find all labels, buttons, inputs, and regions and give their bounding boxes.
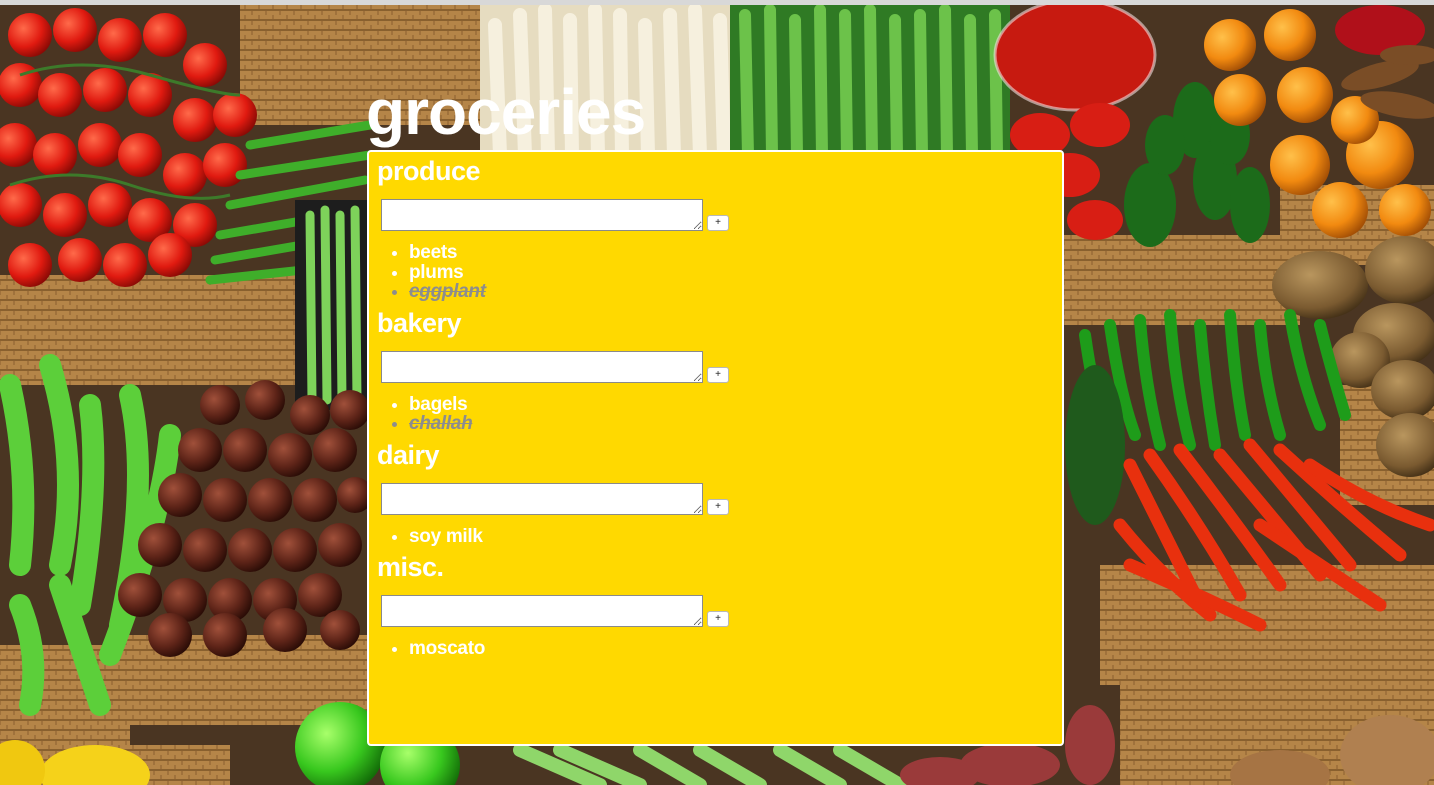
section-title: dairy [377,439,440,470]
new-item-input[interactable] [381,482,703,515]
add-item-row: + [381,347,1054,383]
new-item-input[interactable] [381,199,703,231]
section-dairy: dairy + soy milk [377,438,1054,547]
section-produce: produce + beetsplumseggplant [377,154,1054,302]
list-item-done[interactable]: challah [409,414,1054,434]
list-item[interactable]: bagels [409,394,1054,415]
list-item[interactable]: beets [409,243,1054,263]
item-list: bagelschallah [377,394,1054,434]
new-item-input[interactable] [381,595,703,627]
section-title: bakery [377,307,462,338]
section-misc: misc. + moscato [377,550,1054,659]
add-item-row: + [381,195,1054,231]
add-item-row: + [381,591,1054,627]
section-title: produce [377,156,481,186]
item-list: moscato [377,639,1054,659]
new-item-input[interactable] [381,350,703,383]
page-title: groceries [366,76,646,148]
add-item-button[interactable]: + [707,215,729,231]
list-item-done[interactable]: eggplant [409,282,1054,302]
browser-top-edge [0,0,1434,5]
add-item-button[interactable]: + [707,366,729,383]
item-list: beetsplumseggplant [377,243,1054,302]
item-list: soy milk [377,526,1054,547]
add-item-row: + [381,479,1054,515]
section-bakery: bakery + bagelschallah [377,306,1054,434]
list-item[interactable]: plums [409,262,1054,283]
section-title: misc. [377,552,444,582]
list-item[interactable]: moscato [409,639,1054,659]
add-item-button[interactable]: + [707,498,729,515]
list-item[interactable]: soy milk [409,526,1054,547]
grocery-list-panel: produce + beetsplumseggplant bakery + bagelsc… [367,150,1064,746]
add-item-button[interactable]: + [707,611,729,627]
